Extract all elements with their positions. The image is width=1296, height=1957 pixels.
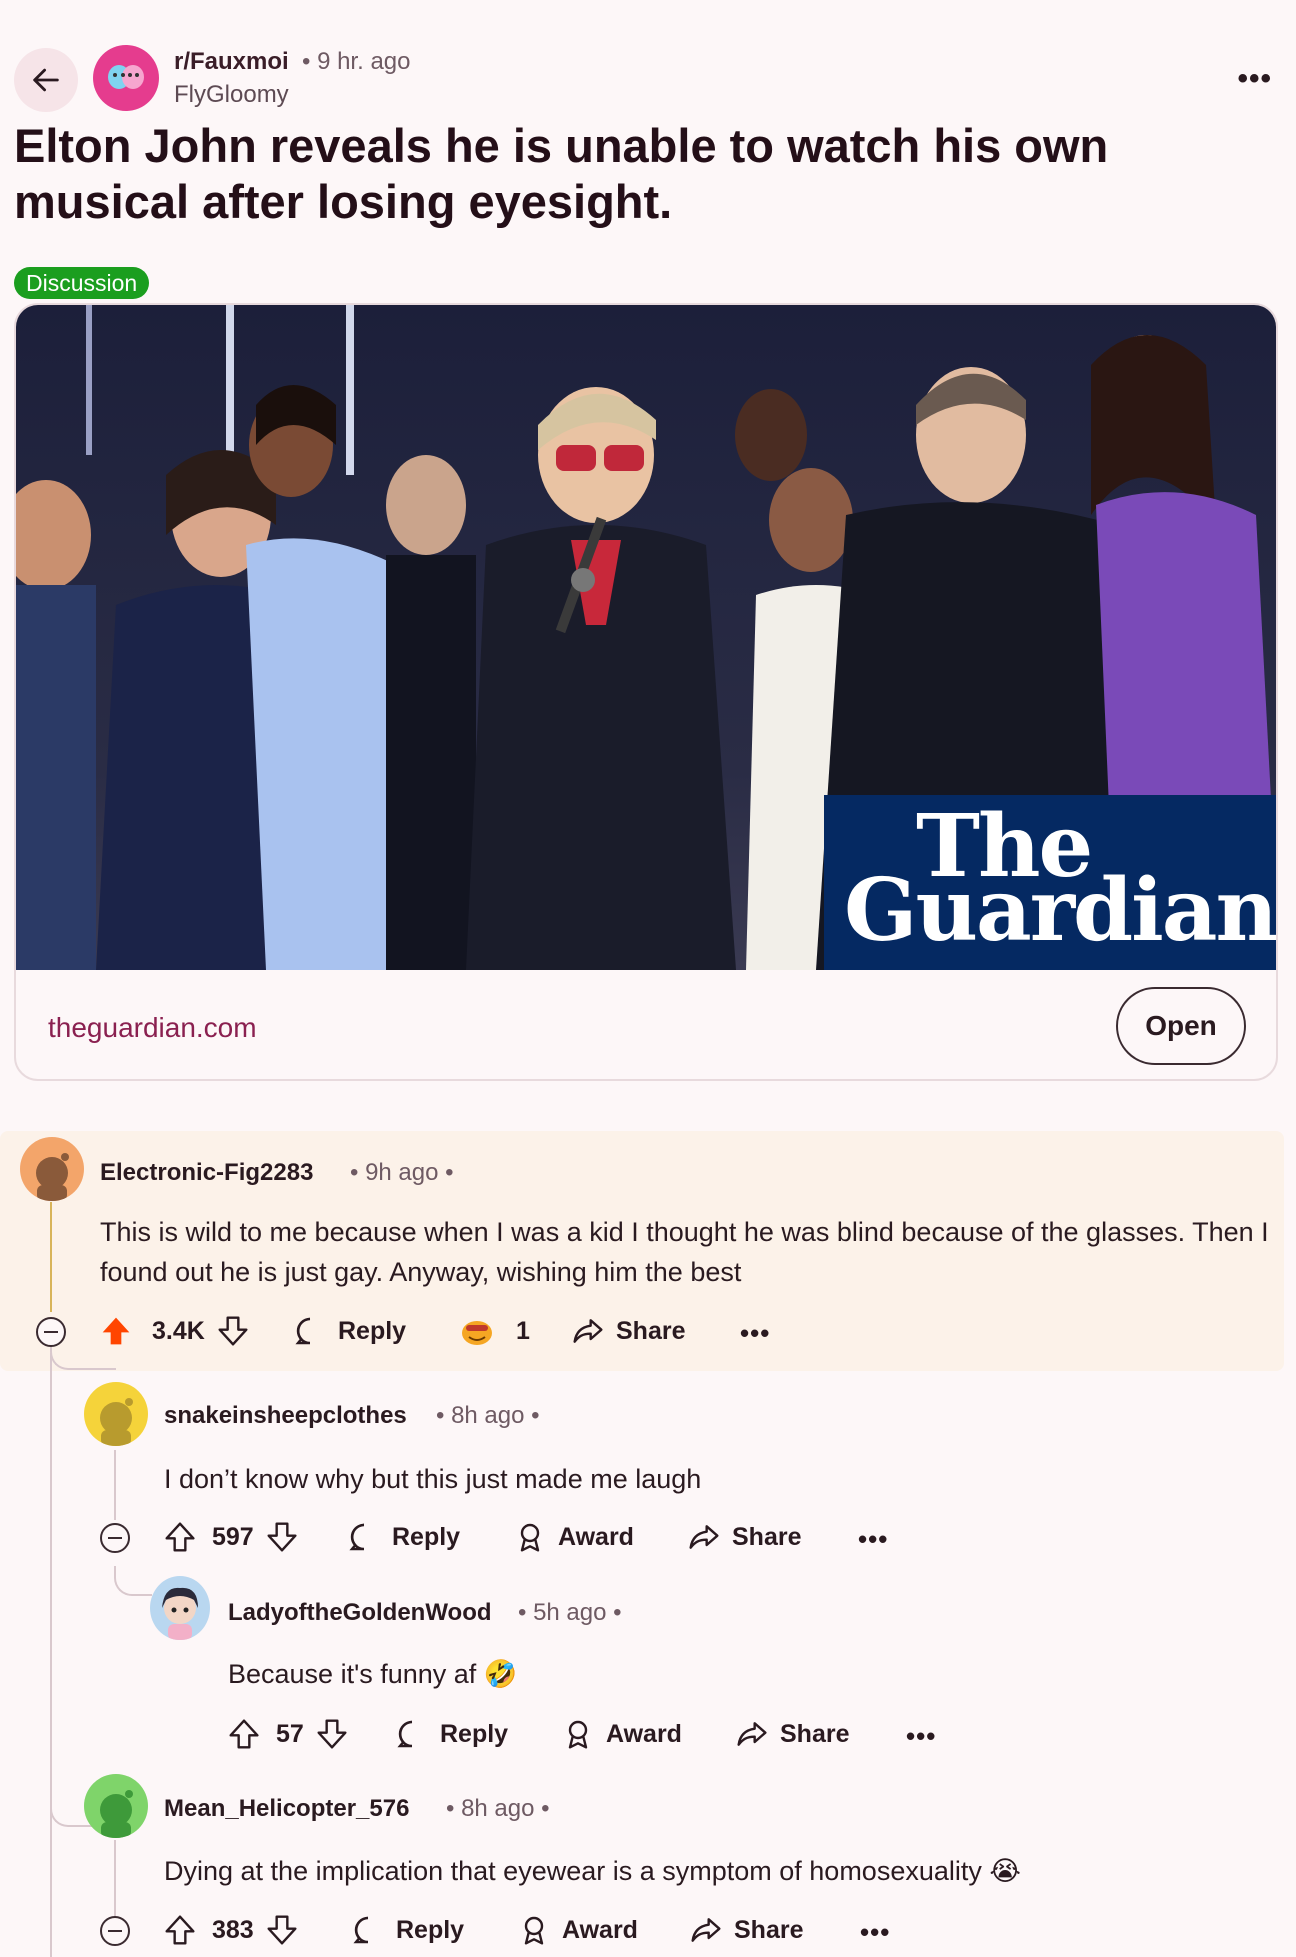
comment-bubble-icon — [295, 1317, 311, 1345]
comment-username[interactable]: Electronic-Fig2283 — [100, 1159, 313, 1187]
comment-body: Dying at the implication that eyewear is… — [164, 1856, 1021, 1886]
upvote-icon[interactable] — [164, 1914, 196, 1946]
vote-group: 597 — [164, 1521, 298, 1553]
share-arrow-icon — [573, 1319, 603, 1343]
award-button[interactable]: 1 — [460, 1315, 530, 1347]
comment-username[interactable]: LadyoftheGoldenWood — [228, 1599, 492, 1627]
reply-button[interactable]: Reply — [352, 1914, 464, 1946]
comment-more-button[interactable]: ••• — [906, 1721, 936, 1752]
upvote-icon[interactable] — [228, 1718, 260, 1750]
guardian-logo: The Guardian — [824, 795, 1276, 970]
vote-group: 383 — [164, 1914, 298, 1946]
comment-time: • 8h ago • — [446, 1795, 550, 1822]
share-button[interactable]: Share — [736, 1718, 849, 1750]
post-author[interactable]: FlyGloomy — [174, 81, 289, 109]
link-card[interactable]: The Guardian theguardian.com Open — [14, 303, 1278, 1081]
snoo-avatar-icon — [100, 1790, 133, 1838]
comment-more-button[interactable]: ••• — [858, 1524, 888, 1555]
collapse-button[interactable] — [100, 1916, 130, 1946]
comment-username[interactable]: snakeinsheepclothes — [164, 1402, 407, 1430]
vote-group: 3.4K — [100, 1315, 249, 1347]
award-button[interactable]: Award — [562, 1718, 682, 1750]
comment-time: • 8h ago • — [436, 1402, 540, 1429]
vote-count: 3.4K — [152, 1316, 205, 1345]
comment-more-button[interactable]: ••• — [860, 1917, 890, 1948]
downvote-icon[interactable] — [217, 1315, 249, 1347]
share-arrow-icon — [737, 1722, 767, 1746]
award-count: 1 — [516, 1316, 530, 1345]
reply-button[interactable]: Reply — [348, 1521, 460, 1553]
comment-body: This is wild to me because when I was a … — [100, 1217, 1269, 1287]
comment-avatar[interactable] — [20, 1137, 84, 1201]
collapse-button[interactable] — [36, 1317, 66, 1347]
comment-body: Because it's funny af 🤣 — [228, 1659, 518, 1689]
collapse-button[interactable] — [100, 1523, 130, 1553]
comment-body: I don’t know why but this just made me l… — [164, 1464, 702, 1494]
award-ribbon-icon — [520, 1523, 540, 1552]
thread-line — [114, 1840, 116, 1916]
article-thumbnail: The Guardian — [16, 305, 1276, 970]
thread-line — [50, 1353, 52, 1957]
upvote-filled-icon[interactable] — [100, 1315, 132, 1347]
subreddit-avatar[interactable] — [93, 45, 159, 111]
vote-group: 57 — [228, 1718, 348, 1750]
comment-bubble-icon — [397, 1720, 413, 1748]
comment-avatar[interactable] — [150, 1576, 210, 1640]
comment-more-button[interactable]: ••• — [740, 1318, 770, 1349]
subreddit-name[interactable]: r/Fauxmoi — [174, 48, 289, 76]
award-ribbon-icon — [524, 1916, 544, 1945]
vote-count: 597 — [212, 1522, 254, 1551]
award-button[interactable]: Award — [518, 1914, 638, 1946]
post-flair[interactable]: Discussion — [14, 267, 150, 299]
award-ribbon-icon — [568, 1720, 588, 1749]
thread-connector — [114, 1566, 152, 1596]
share-arrow-icon — [691, 1918, 721, 1942]
share-button[interactable]: Share — [572, 1315, 685, 1347]
back-button[interactable] — [14, 48, 78, 112]
share-button[interactable]: Share — [688, 1521, 801, 1553]
arrow-left-icon — [33, 68, 59, 92]
open-link-button[interactable]: Open — [1116, 987, 1246, 1065]
comment-avatar[interactable] — [84, 1774, 148, 1838]
award-button[interactable]: Award — [514, 1521, 634, 1553]
snoo-avatar-icon — [100, 1398, 133, 1446]
snoo-avatar-icon — [36, 1153, 69, 1201]
post-more-button[interactable]: ••• — [1237, 62, 1272, 96]
link-domain[interactable]: theguardian.com — [48, 1012, 257, 1044]
thread-line — [114, 1450, 116, 1520]
comment-avatar[interactable] — [84, 1382, 148, 1446]
anime-avatar-icon — [162, 1587, 198, 1640]
comment-username[interactable]: Mean_Helicopter_576 — [164, 1795, 409, 1823]
reply-button[interactable]: Reply — [396, 1718, 508, 1750]
upvote-icon[interactable] — [164, 1521, 196, 1553]
thread-line — [50, 1202, 52, 1312]
award-emoji-icon — [462, 1321, 492, 1345]
post-time: • 9 hr. ago — [302, 48, 411, 75]
comment-time: • 9h ago • — [350, 1159, 454, 1186]
comment-bubble-icon — [353, 1916, 369, 1944]
comment-time: • 5h ago • — [518, 1599, 622, 1626]
reply-button[interactable]: Reply — [294, 1315, 406, 1347]
comment-bubble-icon — [349, 1523, 365, 1551]
post-title: Elton John reveals he is unable to watch… — [14, 119, 1109, 228]
vote-count: 57 — [276, 1719, 304, 1748]
downvote-icon[interactable] — [266, 1521, 298, 1553]
vote-count: 383 — [212, 1915, 254, 1944]
downvote-icon[interactable] — [266, 1914, 298, 1946]
downvote-icon[interactable] — [316, 1718, 348, 1750]
theater-masks-icon — [108, 65, 144, 89]
share-arrow-icon — [689, 1525, 719, 1549]
share-button[interactable]: Share — [690, 1914, 803, 1946]
